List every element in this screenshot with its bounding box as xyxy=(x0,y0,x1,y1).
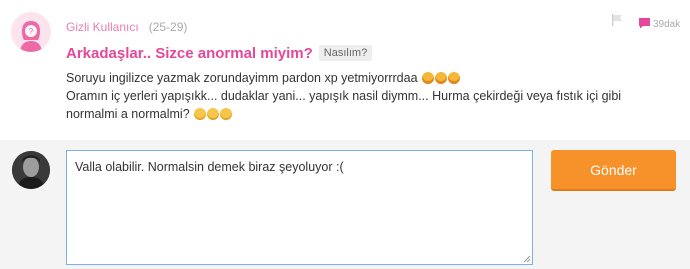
svg-text:?: ? xyxy=(29,27,34,36)
resize-handle-icon[interactable] xyxy=(522,254,531,263)
user-info: Gizli Kullanıcı (25-29) xyxy=(66,20,187,34)
reply-input[interactable]: Valla olabilir. Normalsin demek biraz şe… xyxy=(66,150,533,265)
time-info: 39dak xyxy=(638,14,680,32)
question-post: ? Gizli Kullanıcı (25-29) Arkadaşlar.. Si… xyxy=(0,0,690,140)
send-button[interactable]: Gönder xyxy=(551,150,676,191)
flag-icon[interactable] xyxy=(610,13,624,27)
post-body-line-2: Oramın iç yerleri yapışıkk... dudaklar y… xyxy=(66,89,622,121)
sad-emoji xyxy=(220,108,233,120)
reply-section: Valla olabilir. Normalsin demek biraz şe… xyxy=(0,140,690,269)
chat-bubble-icon xyxy=(638,16,651,29)
user-age: (25-29) xyxy=(148,20,188,34)
sad-emoji xyxy=(207,108,220,120)
sad-emoji xyxy=(194,108,207,120)
laughing-emoji xyxy=(448,72,461,84)
post-body: Soruyu ingilizce yazmak zorundayimm pard… xyxy=(66,69,666,123)
laughing-emoji xyxy=(435,72,448,84)
female-avatar-icon[interactable]: ? xyxy=(11,12,51,52)
laughing-emoji xyxy=(422,72,435,84)
username[interactable]: Gizli Kullanıcı xyxy=(66,20,139,34)
post-header: Arkadaşlar.. Sizce anormal miyim? Nasılım… xyxy=(66,45,373,63)
category-tag[interactable]: Nasılım? xyxy=(318,45,373,61)
post-title[interactable]: Arkadaşlar.. Sizce anormal miyim? xyxy=(66,45,313,62)
user-avatar[interactable] xyxy=(12,151,50,189)
post-body-line-1: Soruyu ingilizce yazmak zorundayimm pard… xyxy=(66,71,418,85)
time-ago: 39dak xyxy=(653,19,681,30)
